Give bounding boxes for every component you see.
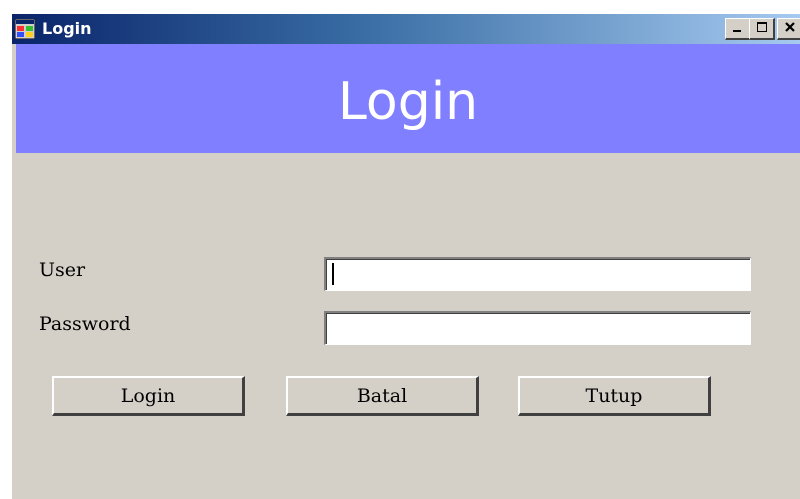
close-button[interactable] <box>777 18 800 40</box>
password-label: Password <box>39 313 131 335</box>
minimize-icon <box>732 21 744 36</box>
login-window: Login Login User Password Login Batal Tu… <box>12 14 800 499</box>
user-input[interactable] <box>324 257 751 291</box>
login-button[interactable]: Login <box>52 376 245 416</box>
window-title: Login <box>42 19 92 38</box>
banner-title: Login <box>337 72 479 132</box>
close-icon <box>784 21 796 36</box>
cancel-button[interactable]: Batal <box>286 376 479 416</box>
app-window-icon <box>14 18 36 40</box>
maximize-icon <box>756 21 768 36</box>
close-form-button[interactable]: Tutup <box>518 376 711 416</box>
maximize-button[interactable] <box>749 18 775 40</box>
user-label: User <box>39 259 86 281</box>
header-banner: Login <box>16 44 800 153</box>
title-bar[interactable]: Login <box>12 14 800 44</box>
text-caret <box>332 263 334 285</box>
password-input[interactable] <box>324 311 751 345</box>
minimize-button[interactable] <box>725 18 751 40</box>
